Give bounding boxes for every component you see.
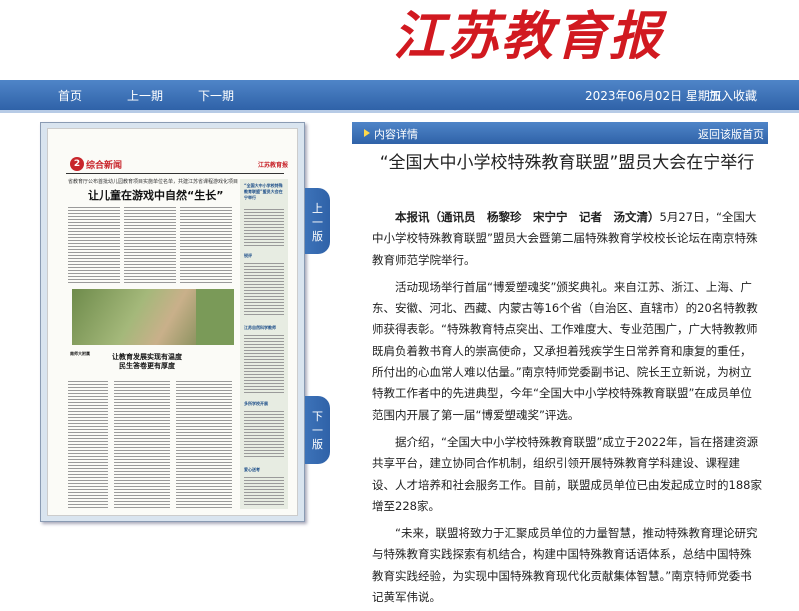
page-headline[interactable]: 让儿童在游戏中自然“生长” bbox=[88, 187, 223, 203]
article-text-column[interactable] bbox=[180, 205, 232, 285]
side-item-title[interactable]: 爱心送考 bbox=[244, 467, 260, 473]
nav-next-issue-link[interactable]: 下一期 bbox=[198, 87, 234, 104]
next-page-tab[interactable]: 下 一 版 bbox=[305, 396, 330, 464]
article-paragraph: 据介绍，“全国大中小学校特殊教育联盟”成立于2022年，旨在搭建资源共享平台，建… bbox=[372, 434, 762, 513]
article-paragraph: 本报讯（通讯员 杨黎珍 宋宁宁 记者 汤文清）5月27日，“全国大中小学校特殊教… bbox=[372, 207, 762, 271]
article-text-column[interactable] bbox=[68, 205, 120, 285]
side-item-title[interactable]: 多所学校开展 bbox=[244, 401, 268, 407]
article-byline: 本报讯（通讯员 杨黎珍 宋宁宁 记者 汤文清） bbox=[395, 210, 660, 224]
page-section-title: 综合新闻 bbox=[86, 161, 123, 171]
page-mini-logo: 江苏教育报 bbox=[258, 162, 289, 169]
page-small-headline[interactable]: 南师大附属 bbox=[70, 351, 102, 357]
triangle-bullet-icon bbox=[364, 129, 370, 137]
page-side-column: “全国大中小学校特殊教育联盟”盟员大会在宁举行 锐评 江苏自然科学教师 多所学校… bbox=[240, 179, 288, 509]
page-image-frame: 2 综合新闻 江苏教育报 省教育厅公布首批幼儿园教育项目实施单位名单，共建江苏省… bbox=[40, 122, 305, 522]
article-paragraph: 活动现场举行首届“博爱塑魂奖”颁奖典礼。来自江苏、浙江、上海、广东、安徽、河北、… bbox=[372, 279, 758, 422]
side-item-title[interactable]: “全国大中小学校特殊教育联盟”盟员大会在宁举行 bbox=[244, 183, 284, 201]
tab-char: 上 bbox=[312, 202, 323, 215]
article-text-column[interactable] bbox=[176, 379, 232, 509]
article-text-column[interactable] bbox=[114, 379, 170, 509]
article-paragraph: “未来，联盟将致力于汇聚成员单位的力量智慧，推动特殊教育理论研究与特殊教育实践探… bbox=[372, 526, 758, 605]
article-text-column[interactable] bbox=[124, 205, 176, 285]
article-title: “全国大中小学校特殊教育联盟”盟员大会在宁举行 bbox=[379, 153, 755, 173]
side-item-title[interactable]: 江苏自然科学教师 bbox=[244, 325, 276, 331]
nav-prev-issue-link[interactable]: 上一期 bbox=[127, 87, 163, 104]
back-to-page-link[interactable]: 返回该版首页 bbox=[698, 126, 764, 142]
side-item-title[interactable]: 锐评 bbox=[244, 253, 252, 259]
content-header-bar: 内容详情 返回该版首页 bbox=[352, 122, 768, 144]
newspaper-logo: 江苏教育报 bbox=[393, 6, 664, 67]
tab-char: 版 bbox=[312, 438, 323, 451]
nav-bar: 首页 上一期 下一期 2023年06月02日 星期五 加入收藏 bbox=[0, 80, 799, 110]
side-text-block[interactable] bbox=[244, 475, 284, 505]
side-text-block[interactable] bbox=[244, 333, 284, 393]
page-headline-2[interactable]: 让教育发展实现有温度 民生答卷更有厚度 bbox=[112, 353, 182, 371]
nav-home-link[interactable]: 首页 bbox=[58, 87, 82, 104]
article-body: 本报讯（通讯员 杨黎珍 宋宁宁 记者 汤文清）5月27日，“全国大中小学校特殊教… bbox=[372, 207, 762, 611]
tab-char: 版 bbox=[312, 230, 323, 243]
page-headline-2-line1: 让教育发展实现有温度 bbox=[112, 353, 182, 361]
page-header-rule bbox=[66, 173, 284, 174]
article-text-column[interactable] bbox=[68, 379, 108, 509]
nav-divider bbox=[0, 110, 799, 113]
masthead: 江苏教育报 bbox=[0, 0, 799, 80]
content-section-label: 内容详情 bbox=[374, 128, 418, 141]
tab-char: 一 bbox=[312, 216, 323, 229]
side-text-block[interactable] bbox=[244, 409, 284, 459]
page-number-badge: 2 bbox=[70, 157, 84, 171]
issue-date: 2023年06月02日 星期五 bbox=[585, 89, 722, 103]
side-text-block[interactable] bbox=[244, 207, 284, 247]
page-subheadline: 省教育厅公布首批幼儿园教育项目实施单位名单，共建江苏省课程游戏化项目 bbox=[68, 179, 239, 185]
tab-char: 下 bbox=[312, 410, 323, 423]
add-favorite-link[interactable]: 加入收藏 bbox=[709, 87, 757, 104]
page-photo-secondary bbox=[196, 289, 234, 345]
page-headline-2-line2: 民生答卷更有厚度 bbox=[119, 362, 175, 370]
newspaper-page-image[interactable]: 2 综合新闻 江苏教育报 省教育厅公布首批幼儿园教育项目实施单位名单，共建江苏省… bbox=[47, 128, 298, 516]
side-text-block[interactable] bbox=[244, 261, 284, 317]
prev-page-tab[interactable]: 上 一 版 bbox=[305, 188, 330, 254]
tab-char: 一 bbox=[312, 424, 323, 437]
